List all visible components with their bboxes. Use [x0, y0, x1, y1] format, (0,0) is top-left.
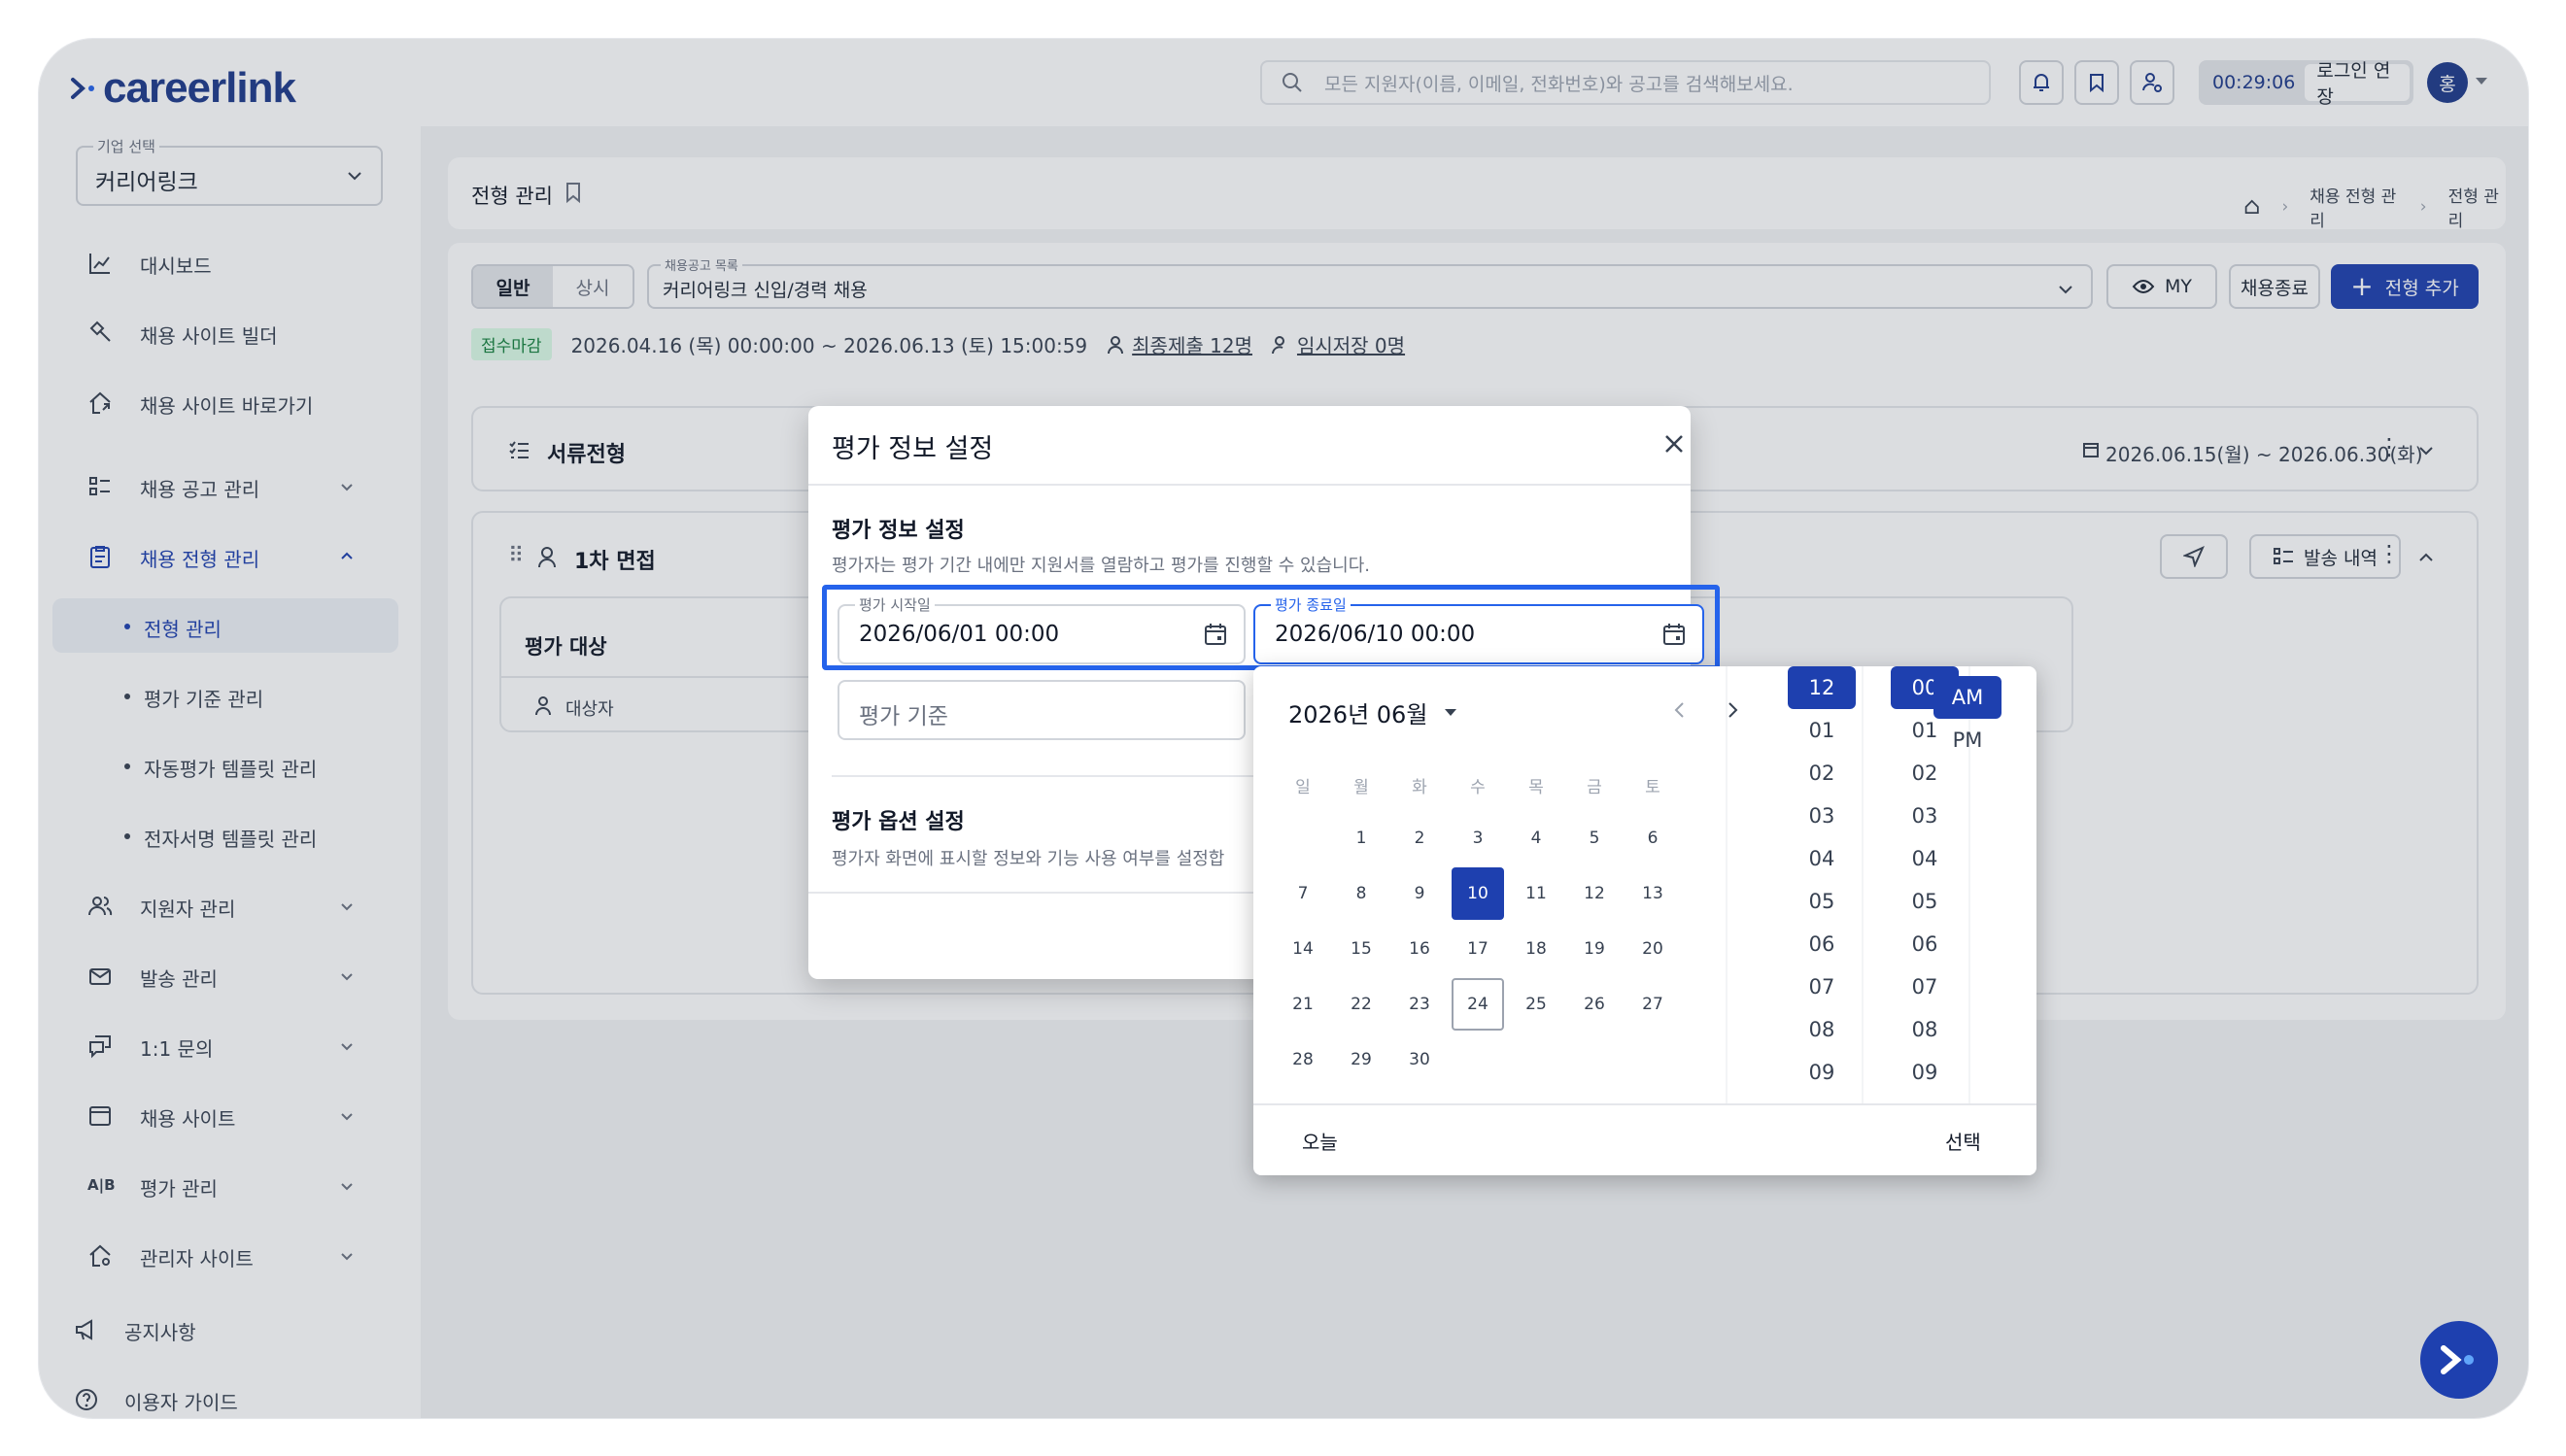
calendar-day[interactable]: 19 [1568, 923, 1621, 975]
calendar-day[interactable]: 7 [1277, 867, 1329, 920]
calendar-day[interactable]: 2 [1393, 812, 1446, 864]
caret-down-icon [1445, 709, 1457, 716]
weekday-label: 화 [1412, 778, 1427, 797]
calendar-day[interactable]: 13 [1626, 867, 1679, 920]
calendar-day[interactable]: 21 [1277, 978, 1329, 1031]
month-year-label: 2026년 06월 [1288, 701, 1428, 728]
calendar-day[interactable]: 14 [1277, 923, 1329, 975]
weekday-label: 토 [1645, 778, 1660, 797]
ampm-column: AM PM [1933, 676, 2011, 1113]
calendar-day[interactable]: 16 [1393, 923, 1446, 975]
calendar-day[interactable]: 28 [1277, 1033, 1329, 1086]
calendar-day[interactable]: 23 [1393, 978, 1446, 1031]
eval-criteria-select[interactable]: 평가 기준 [838, 680, 1246, 740]
select-button[interactable]: 선택 [1945, 1127, 1981, 1155]
date-time-picker: 2026년 06월 일월화수목금토 1 2 3 4 5 6 7 8 9 10 11 12 13 14 15 1… [1253, 666, 2036, 1175]
hour-option[interactable]: 07 [1788, 965, 1856, 1008]
hour-option[interactable]: 06 [1788, 923, 1856, 965]
hour-option[interactable]: 01 [1788, 709, 1856, 752]
weekday-label: 월 [1353, 778, 1369, 797]
modal-divider [808, 484, 1691, 486]
section-description: 평가자는 평가 기간 내에만 지원서를 열람하고 평가를 진행할 수 있습니다. [832, 556, 1371, 576]
calendar-day[interactable]: 4 [1510, 812, 1562, 864]
calendar-day[interactable]: 8 [1335, 867, 1387, 920]
weekday-label: 일 [1295, 778, 1311, 797]
calendar-day[interactable]: 5 [1568, 812, 1621, 864]
calendar-day[interactable]: 30 [1393, 1033, 1446, 1086]
calendar-day[interactable]: 11 [1510, 867, 1562, 920]
weekday-label: 수 [1470, 778, 1486, 797]
weekday-label: 목 [1528, 778, 1544, 797]
hour-option[interactable]: 08 [1788, 1008, 1856, 1051]
calendar-day[interactable]: 3 [1452, 812, 1504, 864]
hour-option[interactable]: 09 [1788, 1051, 1856, 1094]
hour-column: 12 01 02 03 04 05 06 07 08 09 [1788, 666, 1856, 1103]
today-button[interactable]: 오늘 [1302, 1127, 1338, 1155]
hour-option[interactable]: 04 [1788, 837, 1856, 880]
close-icon[interactable] [1663, 433, 1685, 455]
calendar-day[interactable]: 9 [1393, 867, 1446, 920]
eval-criteria-placeholder: 평가 기준 [859, 704, 948, 729]
calendar-day[interactable]: 20 [1626, 923, 1679, 975]
calendar-day[interactable]: 18 [1510, 923, 1562, 975]
section-title: 평가 옵션 설정 [832, 810, 965, 834]
month-year-switch[interactable]: 2026년 06월 [1288, 695, 1457, 729]
calendar-day[interactable]: 10 [1452, 867, 1504, 920]
divider [1726, 666, 1728, 1103]
prev-month-icon[interactable] [1671, 699, 1689, 721]
hour-option[interactable]: 05 [1788, 880, 1856, 923]
calendar-day[interactable]: 12 [1568, 867, 1621, 920]
calendar-day[interactable]: 27 [1626, 978, 1679, 1031]
section-description: 평가자 화면에 표시할 정보와 기능 사용 여부를 설정합 [832, 849, 1225, 869]
modal-title: 평가 정보 설정 [832, 434, 994, 464]
calendar-day[interactable]: 25 [1510, 978, 1562, 1031]
calendar-day[interactable]: 6 [1626, 812, 1679, 864]
calendar-day[interactable]: 17 [1452, 923, 1504, 975]
section-title: 평가 정보 설정 [832, 519, 965, 543]
calendar-day[interactable]: 22 [1335, 978, 1387, 1031]
hour-option[interactable]: 03 [1788, 795, 1856, 837]
picker-footer: 오늘 선택 [1253, 1103, 2036, 1175]
hour-option[interactable]: 12 [1788, 666, 1856, 709]
logo-mark-icon [2441, 1345, 2474, 1374]
date-range-highlight [822, 585, 1720, 670]
calendar-day[interactable]: 24 [1452, 978, 1504, 1031]
calendar-day[interactable]: 15 [1335, 923, 1387, 975]
divider [1862, 666, 1864, 1103]
calendar-day[interactable]: 1 [1335, 812, 1387, 864]
calendar-day[interactable]: 26 [1568, 978, 1621, 1031]
ampm-option[interactable]: AM [1933, 676, 2001, 719]
calendar-day[interactable]: 29 [1335, 1033, 1387, 1086]
chatbot-button[interactable] [2420, 1321, 2498, 1399]
weekday-label: 금 [1587, 778, 1602, 797]
hour-option[interactable]: 02 [1788, 752, 1856, 795]
ampm-option[interactable]: PM [1933, 719, 2001, 762]
